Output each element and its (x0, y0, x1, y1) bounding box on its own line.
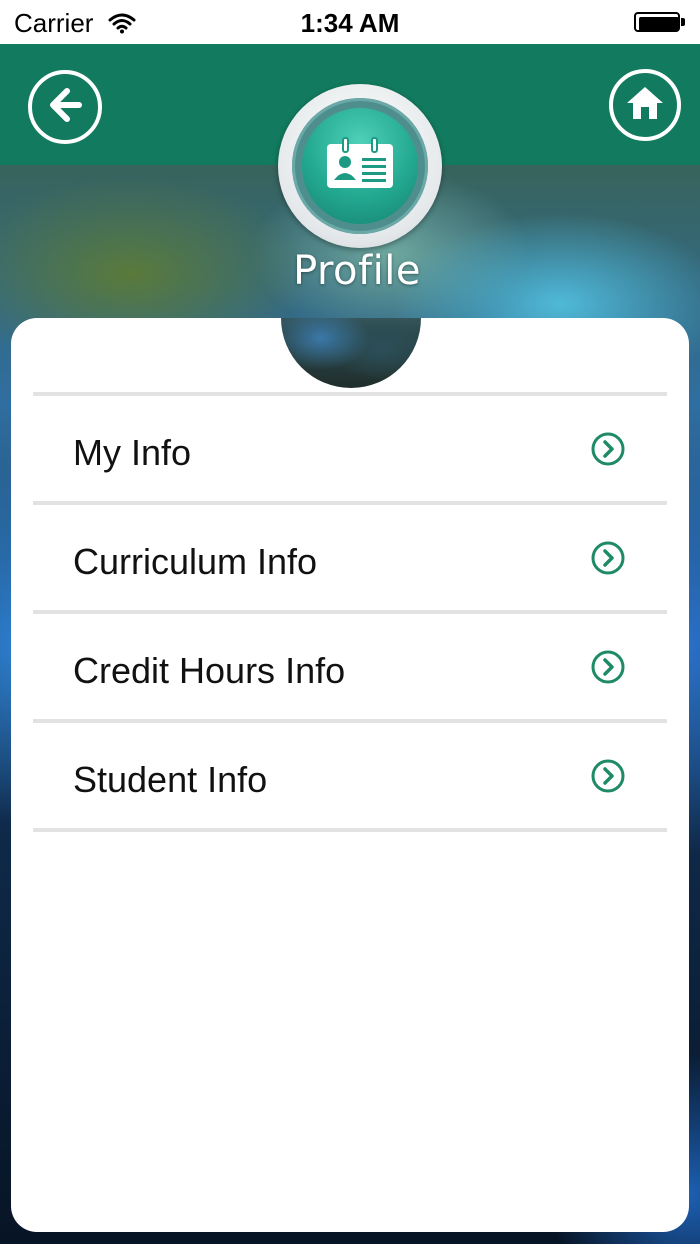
card-notch (281, 318, 421, 388)
status-time: 1:34 AM (300, 8, 400, 38)
home-button[interactable] (609, 69, 681, 141)
chevron-right-circle-icon (591, 541, 625, 575)
menu-item-student-info[interactable]: Student Info (33, 723, 667, 832)
chevron-right-circle-icon (591, 759, 625, 793)
menu-item-label: Student Info (73, 759, 268, 800)
chevron-right-circle-icon (591, 650, 625, 684)
profile-badge (278, 84, 442, 248)
home-icon (623, 81, 667, 130)
menu-item-label: Credit Hours Info (73, 650, 346, 691)
page-title: Profile (293, 248, 421, 294)
menu-list: My Info Curriculum Info Credit Hours Inf… (33, 392, 667, 832)
chevron-right-circle-icon (591, 432, 625, 466)
menu-card: My Info Curriculum Info Credit Hours Inf… (11, 318, 689, 1232)
back-button[interactable] (28, 70, 102, 144)
menu-item-curriculum-info[interactable]: Curriculum Info (33, 505, 667, 614)
menu-item-my-info[interactable]: My Info (33, 396, 667, 505)
menu-item-label: My Info (73, 432, 192, 473)
arrow-left-icon (43, 83, 87, 132)
menu-item-label: Curriculum Info (73, 541, 318, 582)
menu-item-credit-hours-info[interactable]: Credit Hours Info (33, 614, 667, 723)
status-bar: Carrier 1:34 AM (0, 0, 700, 44)
id-card-icon (325, 136, 395, 197)
battery-icon (634, 12, 686, 34)
